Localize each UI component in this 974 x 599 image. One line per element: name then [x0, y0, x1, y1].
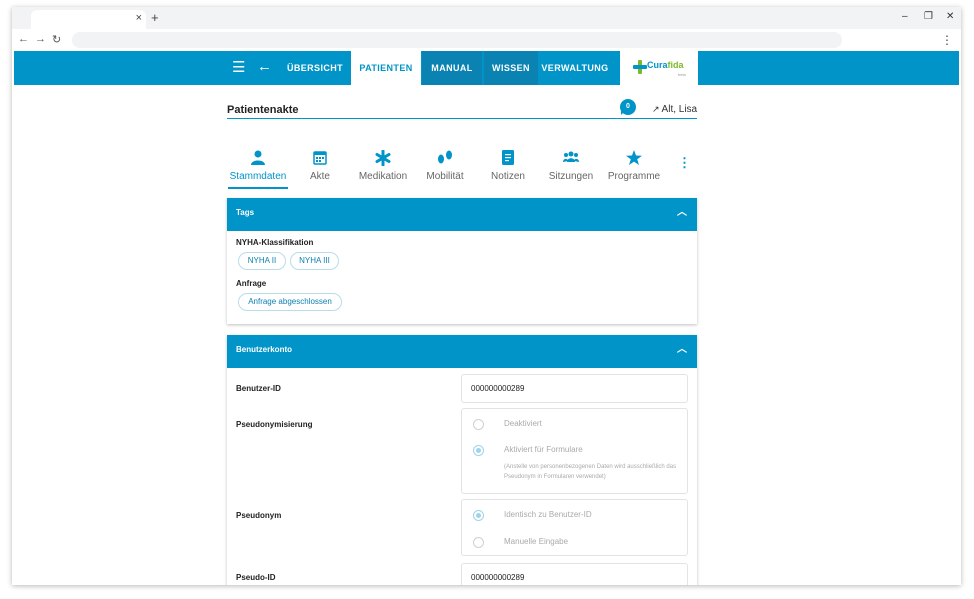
new-tab-icon[interactable]: +: [151, 10, 159, 25]
close-window-icon[interactable]: ✕: [946, 11, 954, 22]
tab-label: Akte: [309, 171, 330, 182]
chip-anfrage-abgeschlossen[interactable]: Anfrage abgeschlossen: [238, 293, 342, 311]
tab-label: Programme: [607, 171, 661, 182]
pseudonymization-hint: (Anstelle von personenbezogenen Daten wi…: [504, 464, 677, 480]
more-vert-icon[interactable]: ⋮: [678, 155, 691, 171]
user-id-field[interactable]: 000000000289: [461, 374, 688, 403]
url-input[interactable]: [72, 32, 842, 48]
radio-label-manuell: Manuelle Eingabe: [504, 537, 569, 546]
badge-tail: [621, 111, 625, 115]
chevron-up-icon[interactable]: ︿: [677, 335, 687, 365]
cross-logo-icon: [633, 60, 647, 74]
tags-card-title: Tags: [236, 208, 255, 217]
address-bar-row: ← → ↻ ⋮: [12, 29, 961, 51]
group-icon: [536, 150, 606, 168]
pseudonymization-radio-group: Deaktiviert Aktiviert für Formulare (Ans…: [461, 408, 688, 494]
user-id-label: Benutzer-ID: [236, 384, 281, 393]
nav-manual[interactable]: MANUAL: [422, 51, 482, 85]
tab-notizen[interactable]: Notizen: [473, 150, 543, 182]
browser-menu-icon[interactable]: ⋮: [941, 33, 953, 47]
logo-wordmark: Curafida: [647, 60, 684, 70]
radio-label-aktiviert: Aktiviert für Formulare: [504, 445, 583, 454]
tab-label: Sitzungen: [548, 171, 594, 182]
minimize-icon[interactable]: –: [902, 11, 908, 22]
nav-uebersicht[interactable]: ÜBERSICHT: [282, 51, 348, 85]
tab-label: Notizen: [491, 171, 525, 182]
active-tab-indicator: [228, 187, 288, 189]
browser-back-icon[interactable]: ←: [18, 33, 29, 45]
hamburger-menu-icon[interactable]: ☰: [232, 58, 245, 76]
radio-aktiviert[interactable]: [473, 445, 484, 456]
anfrage-label: Anfrage: [236, 279, 267, 288]
star-icon: [599, 150, 669, 168]
page-title: Patientenakte: [227, 104, 299, 116]
browser-tab[interactable]: ×: [31, 10, 146, 29]
calendar-icon: [285, 150, 355, 168]
chip-nyha-ii[interactable]: NYHA II: [238, 252, 286, 270]
tab-sitzungen[interactable]: Sitzungen: [536, 150, 606, 182]
nav-patienten[interactable]: PATIENTEN: [351, 51, 421, 85]
note-icon: [473, 150, 543, 168]
account-card: Benutzerkonto ︿ Benutzer-ID 000000000289…: [227, 335, 697, 585]
chip-nyha-iii[interactable]: NYHA III: [290, 252, 339, 270]
radio-deaktiviert[interactable]: [473, 419, 484, 430]
patient-link[interactable]: ↗ Alt, Lisa: [652, 104, 697, 115]
radio-label-deaktiviert: Deaktiviert: [504, 419, 542, 428]
account-card-title: Benutzerkonto: [236, 345, 292, 354]
user-id-value: 000000000289: [471, 384, 525, 393]
back-arrow-icon[interactable]: ←: [257, 58, 272, 75]
pseudonymization-label: Pseudonymisierung: [236, 420, 313, 429]
tab-medikation[interactable]: Medikation: [348, 149, 418, 182]
person-icon: [223, 150, 293, 168]
radio-label-identisch: Identisch zu Benutzer-ID: [504, 510, 592, 519]
account-card-header[interactable]: Benutzerkonto ︿: [227, 335, 697, 368]
tab-akte[interactable]: Akte: [285, 150, 355, 182]
title-divider: [227, 118, 697, 119]
tab-stammdaten[interactable]: Stammdaten: [223, 150, 293, 182]
radio-manuell[interactable]: [473, 537, 484, 548]
tab-programme[interactable]: Programme: [599, 150, 669, 182]
curafida-logo[interactable]: Curafida beta: [620, 51, 698, 85]
pseudonym-radio-group: Identisch zu Benutzer-ID Manuelle Eingab…: [461, 499, 688, 556]
tab-mobilitaet[interactable]: Mobilität: [410, 150, 480, 182]
nav-wissen[interactable]: WISSEN: [484, 51, 538, 85]
asterisk-icon: [348, 149, 418, 168]
browser-forward-icon[interactable]: →: [35, 33, 46, 45]
pseudo-id-label: Pseudo-ID: [236, 573, 276, 582]
tab-label: Stammdaten: [229, 171, 287, 182]
restore-icon[interactable]: ❐: [924, 11, 933, 22]
pseudo-id-value: 000000000289: [471, 573, 525, 582]
tags-card-header[interactable]: Tags ︿: [227, 198, 697, 231]
pseudo-id-field[interactable]: 000000000289: [461, 563, 688, 585]
pseudonym-label: Pseudonym: [236, 511, 282, 520]
app-navbar: ☰ ← ÜBERSICHT PATIENTEN MANUAL WISSEN VE…: [14, 51, 959, 85]
close-tab-icon[interactable]: ×: [136, 12, 142, 24]
reload-icon[interactable]: ↻: [52, 33, 61, 46]
external-link-icon: ↗: [652, 104, 660, 114]
browser-tabstrip: × + – ❐ ✕: [12, 7, 961, 29]
footsteps-icon: [410, 150, 480, 168]
nav-verwaltung[interactable]: VERWALTUNG: [540, 51, 610, 85]
browser-window: × + – ❐ ✕ ← → ↻ ⋮ ☰ ← ÜBERSICHT PATIENTE…: [12, 7, 961, 585]
tab-label: Medikation: [358, 171, 408, 182]
nyha-label: NYHA-Klassifikation: [236, 238, 314, 247]
patient-name: Alt, Lisa: [661, 104, 698, 115]
tab-label: Mobilität: [426, 171, 464, 182]
logo-sub: beta: [678, 72, 686, 77]
tags-card: Tags ︿ NYHA-Klassifikation NYHA II NYHA …: [227, 198, 697, 324]
chevron-up-icon[interactable]: ︿: [677, 198, 687, 228]
radio-identisch[interactable]: [473, 510, 484, 521]
